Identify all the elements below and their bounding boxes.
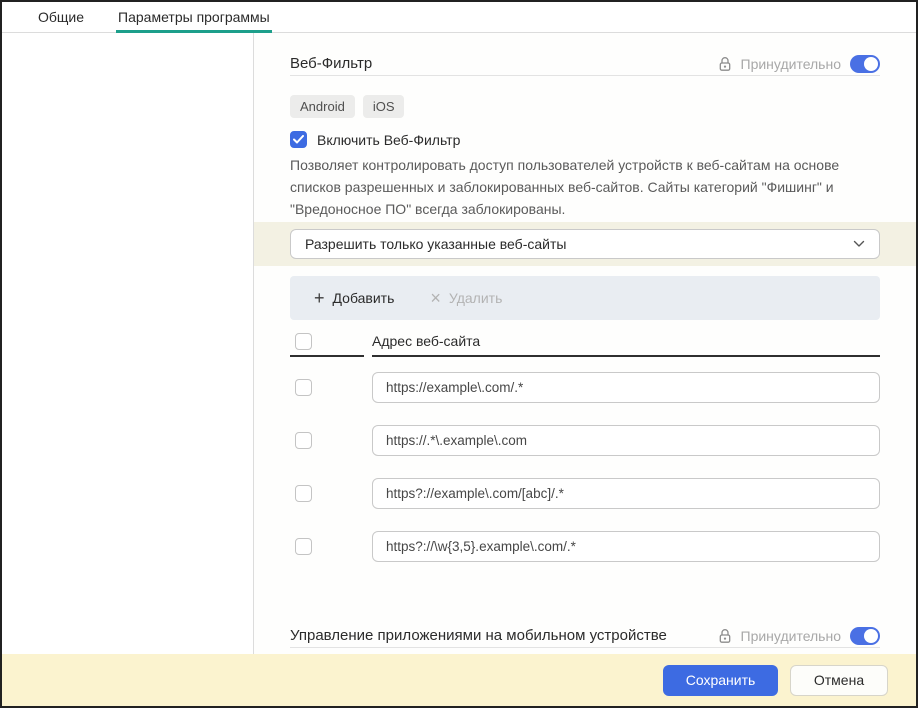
table-row (290, 467, 880, 520)
web-filter-section-header: Веб-Фильтр Принудительно (290, 53, 880, 74)
app-management-enforce-toggle[interactable] (850, 626, 880, 645)
web-filter-enforce-label: Принудительно (740, 55, 841, 72)
toggle-knob (864, 628, 878, 643)
tab-bar: Общие Параметры программы (2, 2, 916, 33)
section-divider (290, 647, 880, 648)
select-all-cell (290, 327, 364, 357)
select-all-checkbox[interactable] (295, 332, 312, 350)
section-divider (290, 75, 880, 76)
website-url-input[interactable] (372, 372, 880, 403)
enable-web-filter-row: Включить Веб-Фильтр (290, 131, 880, 148)
chip-ios: iOS (362, 95, 405, 118)
app-management-section-header: Управление приложениями на мобильном уст… (290, 625, 880, 646)
row-checkbox[interactable] (295, 379, 312, 396)
website-mode-select[interactable]: Разрешить только указанные веб-сайты (290, 229, 880, 259)
delete-website-button[interactable]: × Удалить (416, 276, 516, 320)
tab-general-label: Общие (38, 9, 85, 25)
check-icon (293, 135, 304, 144)
modified-setting-strip: Разрешить только указанные веб-сайты (254, 222, 916, 266)
website-table (290, 361, 880, 573)
website-table-header: Адрес веб-сайта (290, 327, 880, 357)
chip-android: Android (290, 95, 355, 118)
website-url-input[interactable] (372, 425, 880, 456)
add-website-button[interactable]: + Добавить (300, 276, 408, 320)
main-area: Веб-Фильтр Принудительно Android iOS Вкл… (2, 33, 916, 654)
web-filter-description: Позволяет контролировать доступ пользова… (290, 157, 840, 217)
row-checkbox[interactable] (295, 432, 312, 449)
website-url-input[interactable] (372, 478, 880, 509)
toggle-knob (864, 56, 878, 71)
web-filter-title: Веб-Фильтр (290, 55, 373, 72)
save-button[interactable]: Сохранить (663, 664, 778, 696)
app-management-enforce-label: Принудительно (740, 627, 841, 644)
tab-general[interactable]: Общие (36, 2, 86, 32)
app-management-title: Управление приложениями на мобильном уст… (290, 627, 667, 644)
app-management-enforce-group: Принудительно (718, 626, 880, 645)
address-column-title: Адрес веб-сайта (372, 333, 481, 349)
enable-web-filter-checkbox[interactable] (290, 131, 307, 148)
web-filter-enforce-toggle[interactable] (850, 54, 880, 73)
settings-content: Веб-Фильтр Принудительно Android iOS Вкл… (254, 33, 916, 654)
chevron-down-icon (853, 240, 865, 248)
settings-window: Общие Параметры программы Веб-Фильтр При… (0, 0, 918, 708)
website-mode-select-value: Разрешить только указанные веб-сайты (305, 236, 567, 252)
delete-website-label: Удалить (448, 290, 503, 306)
plus-icon: + (314, 288, 325, 308)
table-row (290, 520, 880, 573)
table-row (290, 414, 880, 467)
web-filter-enforce-group: Принудительно (718, 54, 880, 73)
add-website-label: Добавить (332, 290, 395, 306)
platform-chips: Android iOS (290, 95, 880, 118)
cross-icon: × (430, 288, 441, 308)
footer-bar: Сохранить Отмена (2, 654, 916, 706)
enable-web-filter-label: Включить Веб-Фильтр (317, 131, 461, 148)
tab-app-settings[interactable]: Параметры программы (116, 2, 272, 33)
website-url-input[interactable] (372, 531, 880, 562)
cancel-button[interactable]: Отмена (790, 664, 888, 696)
lock-icon (718, 628, 732, 644)
row-checkbox[interactable] (295, 485, 312, 502)
left-panel (2, 33, 254, 654)
lock-icon (718, 56, 732, 72)
row-checkbox[interactable] (295, 538, 312, 555)
table-row (290, 361, 880, 414)
website-list-toolbar: + Добавить × Удалить (290, 276, 880, 320)
tab-app-settings-label: Параметры программы (118, 9, 270, 25)
address-column-header: Адрес веб-сайта (372, 327, 880, 357)
